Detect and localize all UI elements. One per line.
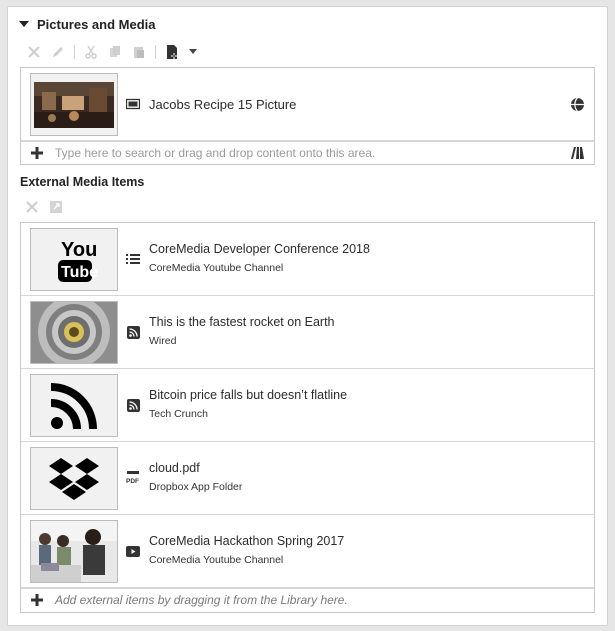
rss-icon bbox=[125, 324, 141, 340]
remove-icon[interactable] bbox=[24, 199, 40, 215]
toolbar-separator bbox=[74, 45, 75, 59]
rocket-photo-thumbnail bbox=[30, 301, 118, 364]
collapse-caret-icon[interactable] bbox=[19, 21, 29, 27]
play-icon bbox=[125, 543, 141, 559]
item-source: CoreMedia Youtube Channel bbox=[149, 554, 284, 566]
svg-text:PDF: PDF bbox=[126, 478, 139, 485]
picture-title[interactable]: Jacobs Recipe 15 Picture bbox=[149, 97, 296, 112]
item-title[interactable]: cloud.pdf bbox=[149, 461, 200, 475]
cut-icon[interactable] bbox=[83, 44, 99, 60]
item-source: Wired bbox=[149, 335, 177, 347]
add-external-hint: Add external items by dragging it from t… bbox=[55, 592, 348, 607]
list-item[interactable]: Bitcoin price falls but doesn’t flatline… bbox=[21, 369, 594, 442]
item-title[interactable]: This is the fastest rocket on Earth bbox=[149, 315, 335, 329]
rss-icon bbox=[125, 397, 141, 413]
list-item[interactable]: You Tube CoreMedia Developer Conference … bbox=[21, 223, 594, 296]
list-item[interactable]: This is the fastest rocket on Earth Wire… bbox=[21, 296, 594, 369]
copy-icon[interactable] bbox=[107, 44, 123, 60]
chevron-down-icon[interactable] bbox=[188, 44, 198, 60]
svg-text:Tube: Tube bbox=[61, 264, 98, 281]
globe-icon[interactable] bbox=[570, 97, 586, 113]
search-input[interactable]: Type here to search or drag and drop con… bbox=[55, 146, 375, 160]
toolbar-separator bbox=[155, 45, 156, 59]
external-media-title: External Media Items bbox=[20, 175, 145, 189]
external-media-list[interactable]: You Tube CoreMedia Developer Conference … bbox=[20, 222, 595, 613]
picture-icon bbox=[125, 96, 141, 112]
item-source: Tech Crunch bbox=[149, 408, 208, 420]
picture-search-bar[interactable]: Type here to search or drag and drop con… bbox=[21, 141, 594, 163]
plus-icon[interactable] bbox=[29, 592, 45, 608]
recipe-thumbnail bbox=[30, 73, 118, 136]
list-icon bbox=[125, 251, 141, 267]
rss-logo-thumbnail bbox=[30, 374, 118, 437]
open-external-icon[interactable] bbox=[48, 199, 64, 215]
plus-icon[interactable] bbox=[29, 145, 45, 161]
pictures-dropzone[interactable]: Jacobs Recipe 15 Picture Type here to se… bbox=[20, 67, 595, 165]
remove-icon[interactable] bbox=[26, 44, 42, 60]
external-add-bar[interactable]: Add external items by dragging it from t… bbox=[21, 588, 594, 610]
paste-icon[interactable] bbox=[131, 44, 147, 60]
item-source: CoreMedia Youtube Channel bbox=[149, 262, 284, 274]
pictures-toolbar bbox=[26, 42, 198, 62]
new-document-icon[interactable] bbox=[164, 44, 180, 60]
item-title[interactable]: Bitcoin price falls but doesn’t flatline bbox=[149, 388, 347, 402]
dropbox-logo-thumbnail bbox=[30, 447, 118, 510]
svg-text:You: You bbox=[61, 239, 97, 261]
section-header[interactable]: Pictures and Media bbox=[18, 15, 155, 33]
item-title[interactable]: CoreMedia Hackathon Spring 2017 bbox=[149, 534, 344, 548]
edit-pencil-icon[interactable] bbox=[50, 44, 66, 60]
hackathon-photo-thumbnail bbox=[30, 520, 118, 583]
section-title: Pictures and Media bbox=[37, 16, 156, 32]
list-item[interactable]: Jacobs Recipe 15 Picture bbox=[21, 68, 594, 141]
list-item[interactable]: PDF cloud.pdf Dropbox App Folder bbox=[21, 442, 594, 515]
list-item[interactable]: CoreMedia Hackathon Spring 2017 CoreMedi… bbox=[21, 515, 594, 588]
item-source: Dropbox App Folder bbox=[149, 481, 243, 493]
youtube-logo-thumbnail: You Tube bbox=[30, 228, 118, 291]
item-title[interactable]: CoreMedia Developer Conference 2018 bbox=[149, 242, 370, 256]
pictures-and-media-panel: Pictures and Media Jacobs Recipe 15 Pict… bbox=[7, 6, 608, 626]
pdf-icon: PDF bbox=[125, 470, 141, 486]
external-toolbar bbox=[24, 197, 64, 217]
library-icon[interactable] bbox=[570, 145, 586, 161]
